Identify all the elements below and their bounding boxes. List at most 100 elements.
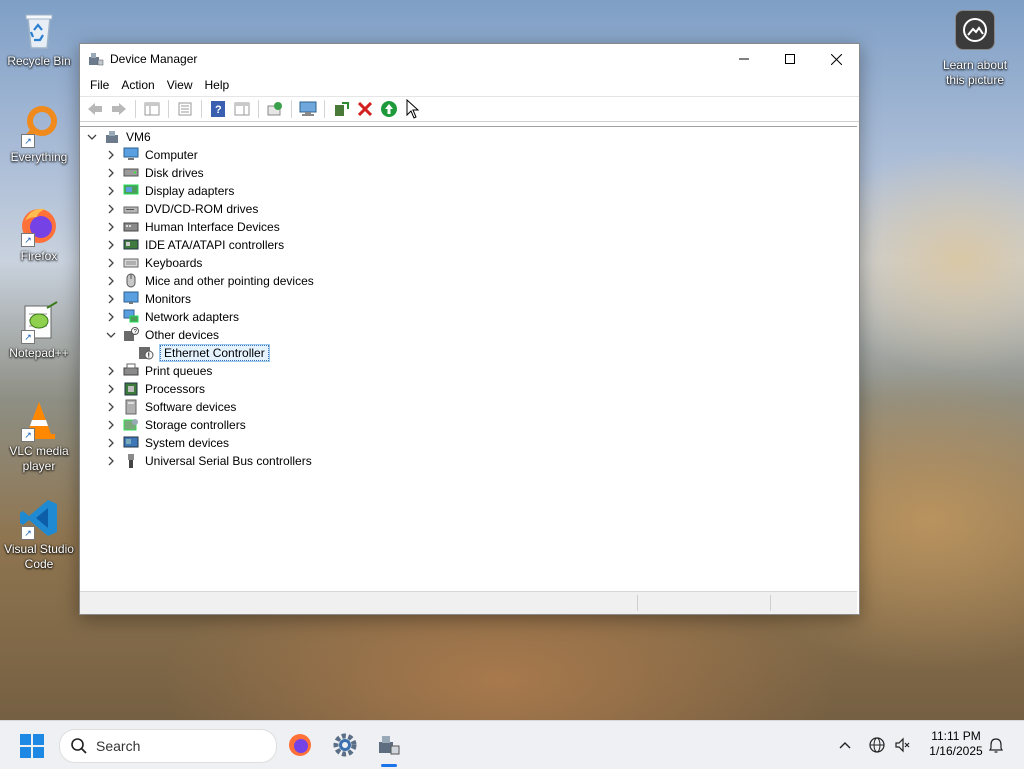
scan-hardware-changes-button[interactable]	[297, 98, 319, 120]
chevron-right-icon[interactable]	[105, 437, 117, 449]
desktop-icon-label: Notepad++	[9, 346, 69, 360]
disk-drive-icon	[123, 166, 139, 180]
chevron-right-icon[interactable]	[105, 419, 117, 431]
maximize-button[interactable]	[767, 44, 813, 74]
forward-arrow-icon	[112, 103, 126, 115]
storage-controller-icon	[123, 418, 139, 432]
tree-root-label: VM6	[126, 130, 151, 144]
desktop-icon-everything[interactable]: ↗ Everything	[1, 104, 77, 165]
chevron-right-icon[interactable]	[105, 239, 117, 251]
help-button[interactable]: ?	[207, 98, 229, 120]
taskbar-device-manager[interactable]	[373, 729, 405, 761]
chevron-right-icon[interactable]	[105, 275, 117, 287]
windows-logo-icon	[20, 734, 44, 758]
status-bar	[80, 591, 857, 614]
chevron-right-icon[interactable]	[105, 185, 117, 197]
chevron-down-icon[interactable]	[86, 131, 98, 143]
menu-file[interactable]: File	[84, 78, 115, 92]
menu-action[interactable]: Action	[115, 78, 160, 92]
tree-item-ide-ata-atapi-controllers[interactable]: IDE ATA/ATAPI controllers	[105, 236, 284, 254]
volume-button[interactable]	[893, 734, 911, 756]
desktop-icon-label: Firefox	[20, 249, 58, 263]
menu-help[interactable]: Help	[199, 78, 236, 92]
tree-item-keyboards[interactable]: Keyboards	[105, 254, 202, 272]
back-button[interactable]	[84, 98, 106, 120]
tree-item-universal-serial-bus-controllers[interactable]: Universal Serial Bus controllers	[105, 452, 312, 470]
menu-view[interactable]: View	[161, 78, 199, 92]
chevron-right-icon[interactable]	[105, 311, 117, 323]
chevron-right-icon[interactable]	[105, 383, 117, 395]
chevron-right-icon[interactable]	[105, 167, 117, 179]
dvd-drive-icon	[123, 202, 139, 216]
tree-item-network-adapters[interactable]: Network adapters	[105, 308, 239, 326]
action-pane-button[interactable]	[231, 98, 253, 120]
clock[interactable]: 11:11 PM 1/16/2025	[916, 729, 996, 759]
chevron-right-icon[interactable]	[105, 257, 117, 269]
tree-item-print-queues[interactable]: Print queues	[105, 362, 212, 380]
tree-category-label: Disk drives	[145, 166, 204, 180]
taskbar-firefox[interactable]	[284, 729, 316, 761]
close-button[interactable]	[813, 44, 859, 74]
status-bar-divider	[770, 595, 771, 611]
title-bar[interactable]: Device Manager	[80, 44, 859, 74]
update-driver-button[interactable]	[264, 98, 286, 120]
ethernet-warning-icon: !	[138, 346, 154, 360]
status-bar-divider	[637, 595, 638, 611]
maximize-icon	[785, 54, 795, 64]
desktop-icon-notepadpp[interactable]: ↗ Notepad++	[1, 300, 77, 361]
enable-device-button[interactable]	[378, 98, 400, 120]
chevron-right-icon[interactable]	[105, 401, 117, 413]
uninstall-device-button[interactable]	[354, 98, 376, 120]
chevron-right-icon[interactable]	[105, 365, 117, 377]
tree-item-ethernet-controller[interactable]: ! Ethernet Controller	[138, 344, 270, 362]
tree-root-vm6[interactable]: VM6	[86, 128, 151, 146]
network-status-button[interactable]	[868, 734, 886, 756]
toolbar-separator	[291, 100, 292, 118]
add-legacy-hardware-button[interactable]	[330, 98, 352, 120]
chevron-right-icon[interactable]	[105, 221, 117, 233]
close-icon	[830, 53, 842, 65]
toolbar-separator	[135, 100, 136, 118]
minimize-button[interactable]	[721, 44, 767, 74]
desktop-icon-vlc[interactable]: ↗ VLC media player	[1, 398, 77, 474]
chevron-down-icon[interactable]	[105, 329, 117, 341]
notifications-button[interactable]	[987, 734, 1005, 756]
printer-icon	[123, 363, 139, 378]
start-button[interactable]	[20, 734, 44, 758]
tree-item-mice-and-other-pointing-devices[interactable]: Mice and other pointing devices	[105, 272, 314, 290]
taskbar-settings[interactable]	[329, 729, 361, 761]
tree-item-disk-drives[interactable]: Disk drives	[105, 164, 204, 182]
chevron-right-icon[interactable]	[105, 455, 117, 467]
tree-item-computer[interactable]: Computer	[105, 146, 198, 164]
show-hidden-icons-button[interactable]	[836, 734, 854, 756]
tree-item-human-interface-devices[interactable]: Human Interface Devices	[105, 218, 280, 236]
network-adapter-icon	[123, 309, 139, 324]
properties-button[interactable]	[174, 98, 196, 120]
tree-item-system-devices[interactable]: System devices	[105, 434, 229, 452]
tree-item-monitors[interactable]: Monitors	[105, 290, 191, 308]
desktop-icon-firefox[interactable]: ↗ Firefox	[1, 203, 77, 264]
tree-category-label: Network adapters	[145, 310, 240, 324]
tree-category-label: Other devices	[145, 328, 220, 342]
chevron-right-icon[interactable]	[105, 149, 117, 161]
shortcut-arrow-icon: ↗	[21, 526, 35, 540]
taskbar-search-box[interactable]: Search	[59, 729, 277, 763]
forward-button[interactable]	[108, 98, 130, 120]
back-arrow-icon	[88, 103, 102, 115]
chevron-right-icon[interactable]	[105, 293, 117, 305]
desktop-icon-vscode[interactable]: ↗ Visual Studio Code	[1, 496, 77, 572]
bell-icon	[989, 738, 1003, 753]
tree-item-storage-controllers[interactable]: Storage controllers	[105, 416, 246, 434]
chevron-right-icon[interactable]	[105, 203, 117, 215]
tree-item-software-devices[interactable]: Software devices	[105, 398, 236, 416]
tree-item-dvd-cd-rom-drives[interactable]: DVD/CD-ROM drives	[105, 200, 258, 218]
tree-item-processors[interactable]: Processors	[105, 380, 205, 398]
display-adapter-icon	[123, 184, 139, 198]
everything-search-icon: ↗	[17, 104, 61, 148]
learn-about-picture[interactable]: Learn about this picture	[936, 10, 1014, 88]
tree-item-other-devices[interactable]: ? Other devices	[105, 326, 219, 344]
tree-item-display-adapters[interactable]: Display adapters	[105, 182, 234, 200]
show-hide-console-tree-button[interactable]	[141, 98, 163, 120]
tree-category-label: Keyboards	[145, 256, 203, 270]
desktop-icon-recycle-bin[interactable]: Recycle Bin	[1, 8, 77, 69]
